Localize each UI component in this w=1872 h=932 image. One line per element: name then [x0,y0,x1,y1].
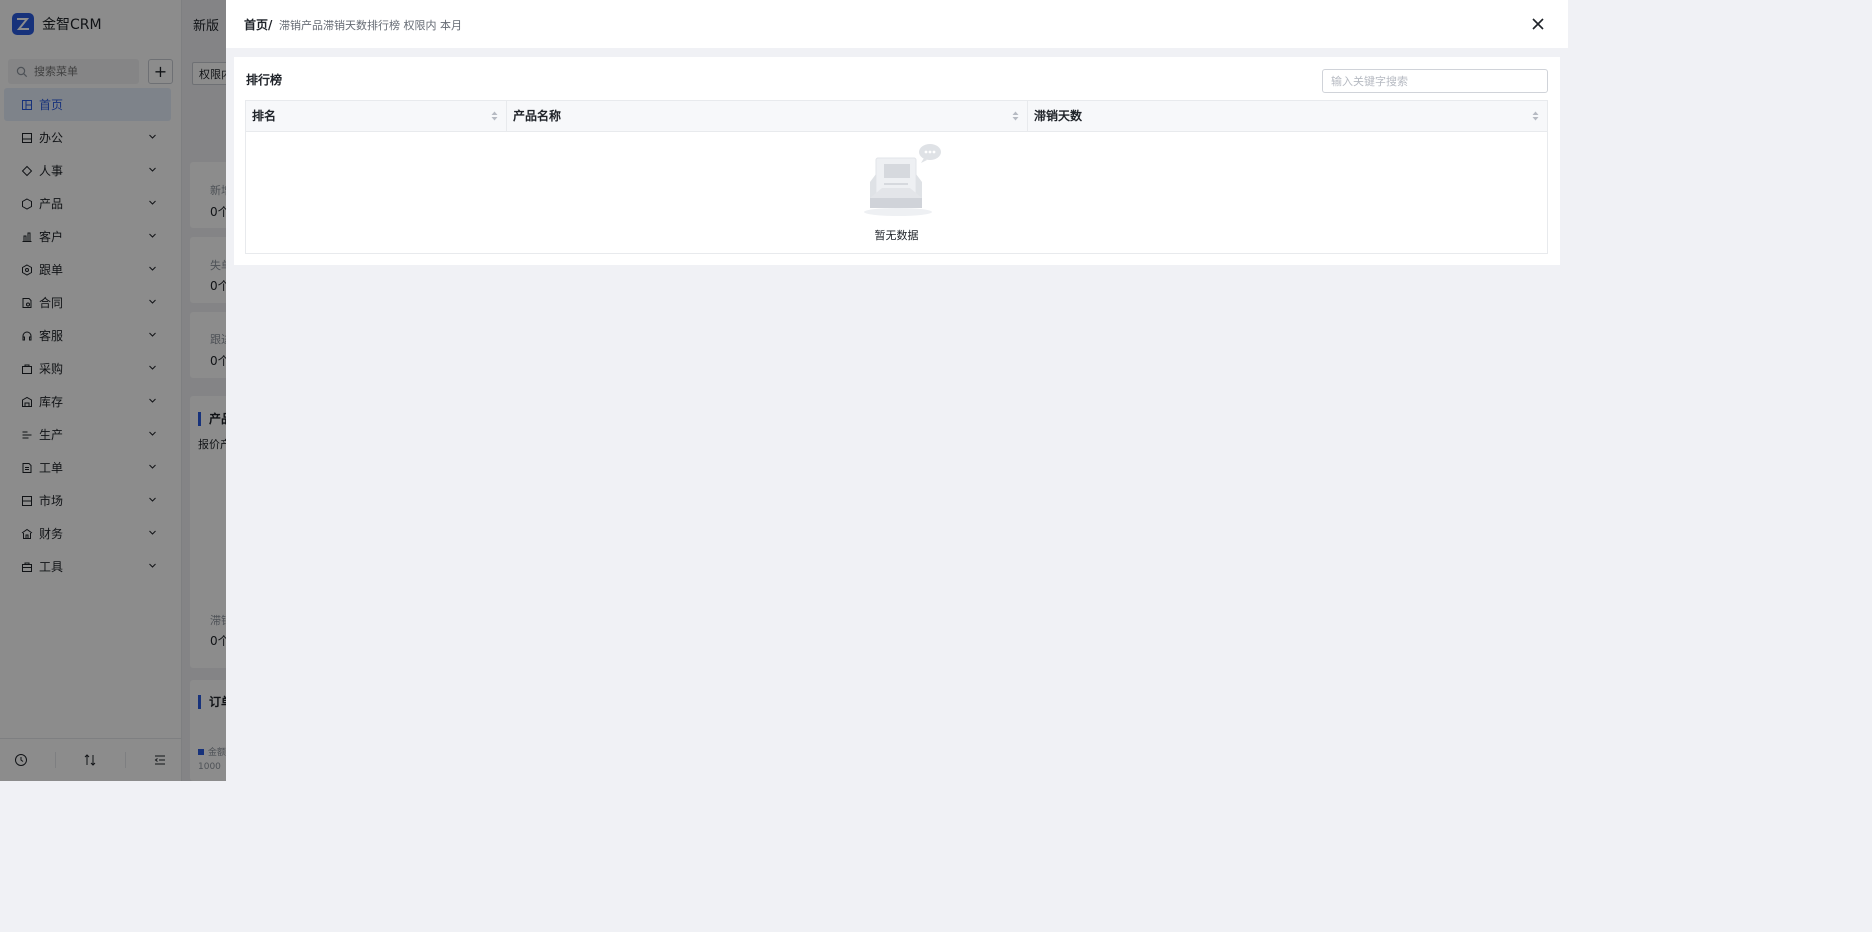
keyword-search-input[interactable] [1322,69,1548,93]
sort-icon[interactable] [1532,111,1539,121]
column-header-label: 排名 [252,109,277,123]
empty-inbox-icon [864,144,941,216]
column-header-unsold-days[interactable]: 滞销天数 [1027,101,1547,131]
sort-icon[interactable] [491,111,498,121]
detail-drawer: 首页/ 滞销产品滞销天数排行榜 权限内 本月 排行榜 排名 产品名称 滞销天数 [226,0,1568,781]
column-header-rank[interactable]: 排名 [246,101,506,131]
close-icon[interactable] [1528,14,1548,34]
column-header-product-name[interactable]: 产品名称 [506,101,1027,131]
column-header-label: 产品名称 [513,109,562,123]
drawer-header: 首页/ 滞销产品滞销天数排行榜 权限内 本月 [226,0,1568,48]
ranking-panel: 排行榜 排名 产品名称 滞销天数 [234,57,1560,265]
sort-icon[interactable] [1012,111,1019,121]
breadcrumb-current: 滞销产品滞销天数排行榜 权限内 本月 [279,19,462,32]
panel-title: 排行榜 [246,73,283,87]
ranking-table: 排名 产品名称 滞销天数 暂无数据 [245,100,1548,254]
empty-state-text: 暂无数据 [874,229,919,242]
table-header: 排名 产品名称 滞销天数 [246,101,1547,132]
breadcrumb-home[interactable]: 首页/ [244,16,272,33]
column-header-label: 滞销天数 [1034,109,1083,123]
empty-state: 暂无数据 [246,132,1547,253]
